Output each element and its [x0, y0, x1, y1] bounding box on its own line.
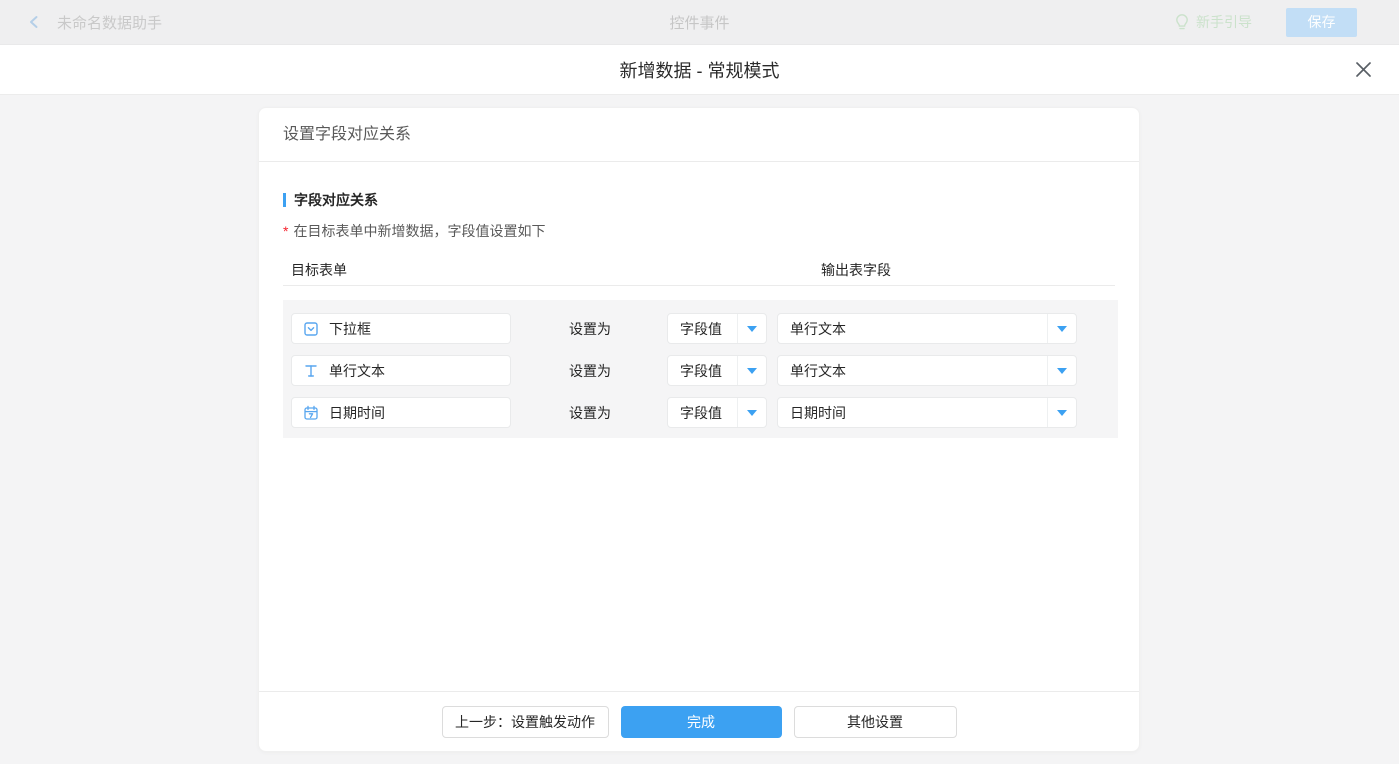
output-field-select[interactable]: 单行文本	[777, 313, 1077, 344]
save-button[interactable]: 保存	[1286, 8, 1357, 37]
value-type-selected: 字段值	[668, 403, 737, 423]
text-field-icon	[303, 363, 319, 379]
target-field-box: 日期时间	[291, 397, 511, 428]
caret-cell	[737, 356, 766, 385]
mapping-row: 日期时间 设置为 字段值 日期时间	[291, 397, 1118, 428]
target-field-label: 单行文本	[329, 361, 385, 381]
previous-step-button[interactable]: 上一步：设置触发动作	[442, 706, 609, 738]
target-field-box: 单行文本	[291, 355, 511, 386]
modal-header: 新增数据 - 常规模式	[0, 45, 1399, 95]
relation-label: 设置为	[569, 319, 611, 339]
value-type-selected: 字段值	[668, 361, 737, 381]
value-type-select[interactable]: 字段值	[667, 313, 767, 344]
done-button[interactable]: 完成	[621, 706, 782, 738]
mapping-row: 下拉框 设置为 字段值 单行文本	[291, 313, 1118, 344]
guide-bulb-icon	[1174, 13, 1190, 31]
relation-label: 设置为	[569, 403, 611, 423]
field-mapping-card: 设置字段对应关系 字段对应关系 *在目标表单中新增数据，字段值设置如下 目标表单…	[258, 107, 1140, 752]
output-field-select[interactable]: 单行文本	[777, 355, 1077, 386]
column-output-fields: 输出表字段	[821, 260, 891, 280]
caret-cell	[737, 314, 766, 343]
dropdown-field-icon	[303, 321, 319, 337]
target-field-label: 下拉框	[329, 319, 371, 339]
value-type-selected: 字段值	[668, 319, 737, 339]
chevron-down-icon	[1057, 410, 1067, 416]
required-asterisk: *	[283, 223, 288, 239]
chevron-down-icon	[1057, 368, 1067, 374]
modal-title: 新增数据 - 常规模式	[620, 57, 780, 83]
section-accent-bar	[283, 193, 286, 207]
caret-cell	[1047, 398, 1076, 427]
output-field-selected: 单行文本	[778, 319, 1047, 339]
back-chevron-icon[interactable]	[26, 14, 42, 30]
caret-cell	[737, 398, 766, 427]
card-title: 设置字段对应关系	[259, 108, 1139, 162]
relation-label: 设置为	[569, 361, 611, 381]
chevron-down-icon	[1057, 326, 1067, 332]
caret-cell	[1047, 356, 1076, 385]
mapping-row: 单行文本 设置为 字段值 单行文本	[291, 355, 1118, 386]
output-field-select[interactable]: 日期时间	[777, 397, 1077, 428]
section-title: 字段对应关系	[283, 190, 1115, 210]
output-field-selected: 日期时间	[778, 403, 1047, 423]
other-settings-button[interactable]: 其他设置	[794, 706, 957, 738]
close-icon[interactable]	[1351, 58, 1375, 82]
chevron-down-icon	[747, 410, 757, 416]
guide-link[interactable]: 新手引导	[1196, 12, 1252, 32]
caret-cell	[1047, 314, 1076, 343]
modal-footer: 上一步：设置触发动作 完成 其他设置	[259, 691, 1139, 751]
mapping-rows: 下拉框 设置为 字段值 单行文本 单行文本 设置为 字段	[283, 300, 1118, 438]
value-type-select[interactable]: 字段值	[667, 397, 767, 428]
section-description: *在目标表单中新增数据，字段值设置如下	[283, 221, 1115, 241]
target-field-box: 下拉框	[291, 313, 511, 344]
column-target-form: 目标表单	[291, 260, 347, 280]
modal-body: 设置字段对应关系 字段对应关系 *在目标表单中新增数据，字段值设置如下 目标表单…	[0, 95, 1399, 763]
value-type-select[interactable]: 字段值	[667, 355, 767, 386]
column-headers: 目标表单 输出表字段	[283, 256, 1115, 286]
datetime-field-icon	[303, 405, 319, 421]
chevron-down-icon	[747, 368, 757, 374]
topbar: 未命名数据助手 控件事件 新手引导 保存	[0, 0, 1399, 45]
assistant-title: 未命名数据助手	[57, 12, 162, 33]
target-field-label: 日期时间	[329, 403, 385, 423]
chevron-down-icon	[747, 326, 757, 332]
output-field-selected: 单行文本	[778, 361, 1047, 381]
